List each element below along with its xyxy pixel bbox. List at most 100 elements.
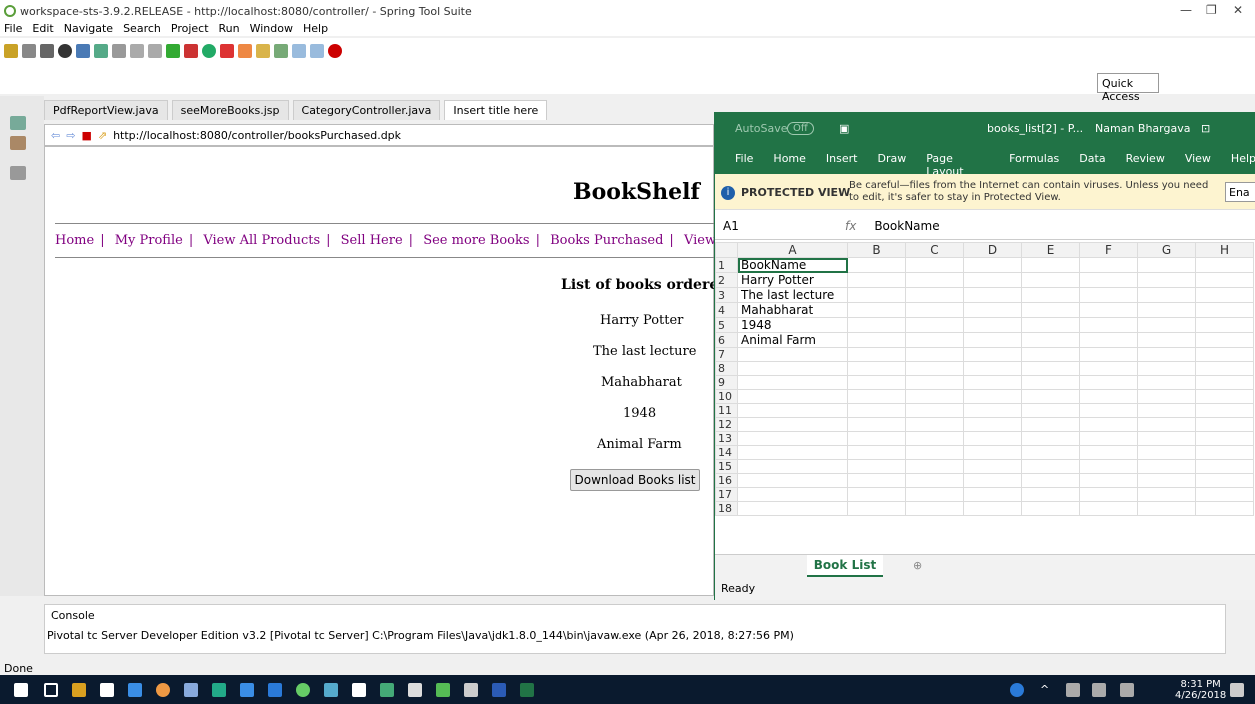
cell[interactable] [1021, 389, 1080, 404]
row-header[interactable]: 3 [715, 287, 738, 303]
cell[interactable] [1021, 459, 1080, 474]
cell[interactable] [847, 287, 906, 303]
row-header[interactable]: 6 [715, 332, 738, 348]
cell[interactable] [1195, 375, 1254, 390]
row-header[interactable]: 5 [715, 317, 738, 333]
cell[interactable] [1021, 257, 1080, 273]
tab-pdfreportview[interactable]: PdfReportView.java [44, 100, 168, 120]
cell[interactable] [1137, 389, 1196, 404]
cell[interactable] [1021, 473, 1080, 488]
row-header[interactable]: 10 [715, 389, 738, 404]
cell[interactable] [847, 389, 906, 404]
console-icon[interactable] [76, 44, 90, 58]
menu-help[interactable]: Help [303, 22, 328, 36]
app-icon[interactable] [296, 683, 310, 697]
package-explorer-icon[interactable] [10, 116, 26, 130]
cell[interactable] [1137, 332, 1196, 348]
nav-books-purchased[interactable]: Books Purchased [550, 233, 663, 248]
terminate-icon[interactable] [220, 44, 234, 58]
sts-taskbar-icon[interactable] [436, 683, 450, 697]
cell[interactable] [1137, 459, 1196, 474]
cell[interactable] [1137, 272, 1196, 288]
cell[interactable] [1137, 347, 1196, 362]
cell[interactable] [1195, 473, 1254, 488]
cell[interactable] [1137, 403, 1196, 418]
cell[interactable] [905, 302, 964, 318]
skip-breakpoints-icon[interactable] [112, 44, 126, 58]
menu-file[interactable]: File [4, 22, 22, 36]
cell[interactable] [737, 375, 848, 390]
excel-taskbar-icon[interactable] [520, 683, 534, 697]
spring-icon[interactable] [94, 44, 108, 58]
cell[interactable] [847, 487, 906, 502]
cell[interactable] [1079, 375, 1138, 390]
row-header[interactable]: 17 [715, 487, 738, 502]
cell[interactable] [737, 417, 848, 432]
save-all-icon[interactable] [40, 44, 54, 58]
resume-icon[interactable] [130, 44, 144, 58]
cell[interactable] [963, 459, 1022, 474]
tab-seemorebooks[interactable]: seeMoreBooks.jsp [171, 100, 289, 120]
cell[interactable] [847, 473, 906, 488]
add-sheet-icon[interactable]: ⊕ [913, 559, 922, 572]
cell[interactable]: 1948 [737, 317, 848, 333]
cell[interactable] [1021, 375, 1080, 390]
cell[interactable]: Mahabharat [737, 302, 848, 318]
row-header[interactable]: 9 [715, 375, 738, 390]
cell[interactable] [905, 272, 964, 288]
cell[interactable] [737, 501, 848, 516]
cell[interactable] [905, 361, 964, 376]
dropbox-icon[interactable] [128, 683, 142, 697]
stop-icon[interactable] [184, 44, 198, 58]
row-header[interactable]: 13 [715, 431, 738, 446]
app-icon[interactable] [324, 683, 338, 697]
row-header[interactable]: 18 [715, 501, 738, 516]
column-header[interactable]: B [847, 242, 906, 258]
row-header[interactable]: 1 [715, 257, 738, 273]
row-header[interactable]: 14 [715, 445, 738, 460]
cell[interactable] [1195, 459, 1254, 474]
url-input[interactable]: http://localhost:8080/controller/booksPu… [113, 129, 401, 142]
app-icon[interactable] [352, 683, 366, 697]
task-view-icon[interactable] [44, 683, 58, 697]
cell[interactable] [1079, 431, 1138, 446]
cell[interactable] [1079, 347, 1138, 362]
back-arrow-icon[interactable]: ⇦ [51, 129, 60, 142]
cell[interactable] [1079, 487, 1138, 502]
fx-icon[interactable]: fx [845, 219, 856, 233]
cell[interactable] [737, 459, 848, 474]
cell[interactable] [1079, 361, 1138, 376]
cell[interactable] [905, 417, 964, 432]
cell[interactable]: BookName [737, 257, 848, 273]
cell[interactable] [963, 473, 1022, 488]
menu-run[interactable]: Run [219, 22, 240, 36]
folder-icon[interactable] [256, 44, 270, 58]
cell[interactable] [1195, 403, 1254, 418]
app-icon[interactable] [380, 683, 394, 697]
cell[interactable] [1195, 287, 1254, 303]
cell[interactable] [847, 459, 906, 474]
cell[interactable] [963, 445, 1022, 460]
cell[interactable] [1195, 389, 1254, 404]
cell[interactable] [737, 347, 848, 362]
row-header[interactable]: 2 [715, 272, 738, 288]
name-box[interactable]: A1 [715, 219, 785, 233]
cell[interactable] [1195, 332, 1254, 348]
vscode-icon[interactable] [268, 683, 282, 697]
notifications-icon[interactable] [1230, 683, 1244, 697]
cell[interactable] [1021, 445, 1080, 460]
chevron-up-icon[interactable]: ^ [1040, 683, 1054, 697]
cell[interactable] [1021, 287, 1080, 303]
app-icon[interactable] [184, 683, 198, 697]
column-header[interactable]: D [963, 242, 1022, 258]
download-books-button[interactable]: Download Books list [570, 469, 700, 491]
cell[interactable] [1137, 317, 1196, 333]
cell[interactable] [1195, 361, 1254, 376]
menu-window[interactable]: Window [250, 22, 293, 36]
cell[interactable] [1137, 501, 1196, 516]
cell[interactable] [963, 375, 1022, 390]
cell[interactable] [1137, 445, 1196, 460]
start-icon[interactable] [14, 683, 28, 697]
stop-icon[interactable]: ■ [81, 129, 91, 142]
cell[interactable] [1021, 302, 1080, 318]
